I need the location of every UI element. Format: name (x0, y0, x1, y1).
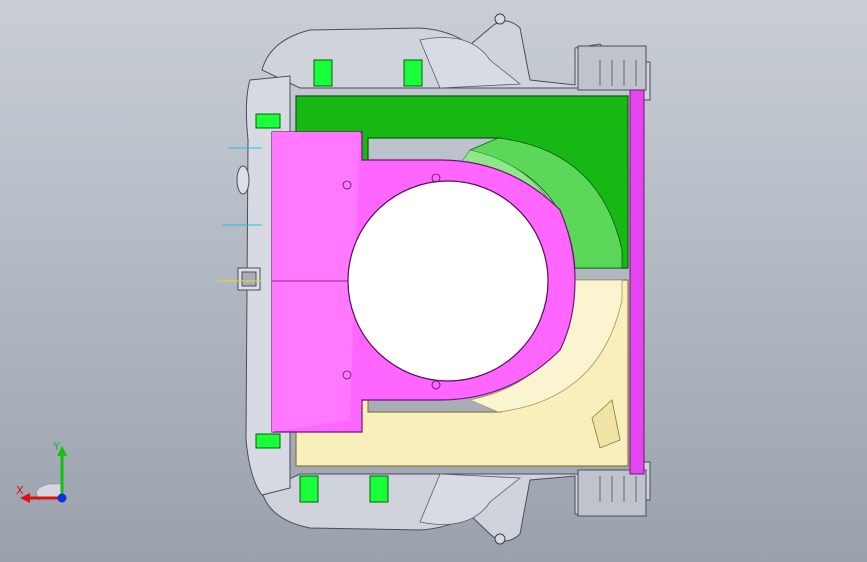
coordinate-triad-icon: Y X (16, 440, 67, 503)
cad-viewport[interactable]: Y X (0, 0, 867, 562)
x-axis-label: X (16, 484, 24, 497)
magenta-side-strip (629, 89, 645, 475)
y-axis-label: Y (52, 440, 60, 453)
circular-hole[interactable] (347, 180, 549, 382)
part-model[interactable] (0, 0, 867, 562)
z-axis-dot (57, 493, 67, 503)
